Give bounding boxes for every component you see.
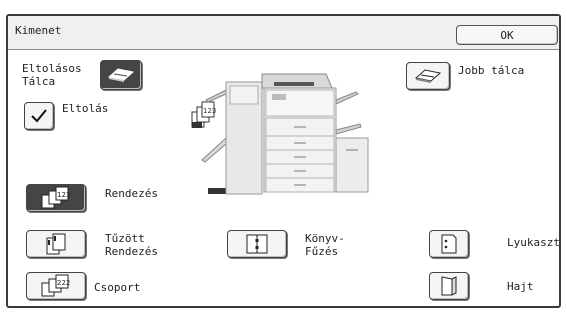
svg-text:123: 123 [57,191,70,199]
saddle-stitch-button[interactable] [227,230,287,258]
saddle-stitch-label-line2: Fűzés [305,245,339,258]
tray-icon [414,69,442,83]
group-label: Csoport [94,281,141,294]
output-stack-icon: 123 [191,101,216,128]
punch-label: Lyukaszt [507,236,560,249]
left-tray-button[interactable] [100,60,142,90]
punch-button[interactable] [429,230,469,258]
staple-sort-button[interactable] [26,230,86,258]
fold-button[interactable] [429,272,469,300]
right-tray-button[interactable] [406,62,450,90]
output-settings-panel: Kimenet OK Eltolásos Tálca Eltolás 123 J… [6,14,561,308]
ok-button[interactable]: OK [456,25,558,45]
copier-machine-illustration: 123 [191,73,369,195]
tray-icon [107,68,135,82]
offset-label: Eltolás [62,102,109,115]
right-tray-label: Jobb tálca [458,64,525,77]
fold-icon [441,276,457,296]
staple-sort-icon [46,233,66,255]
punch-icon [441,234,457,254]
sort-icon: 123 [41,186,70,209]
offset-checkbox[interactable] [24,102,54,130]
svg-text:123: 123 [203,107,216,115]
group-icon: 222 [41,274,70,297]
left-tray-label-line1: Eltolásos [22,62,82,75]
sort-button[interactable]: 123 [26,184,86,212]
fold-label: Hajt [507,280,534,293]
left-tray-label-line2: Tálca [22,75,56,88]
saddle-stitch-label-line1: Könyv- [305,232,345,245]
group-button[interactable]: 222 [26,272,86,300]
sort-label: Rendezés [105,187,158,200]
svg-text:222: 222 [57,279,70,287]
staple-sort-label-line2: Rendezés [105,245,158,258]
window-title: Kimenet [15,24,62,37]
staple-sort-label-line1: Tűzött [105,232,145,245]
title-bar: Kimenet OK [8,16,559,50]
checkmark-icon [31,109,47,123]
book-icon [246,234,268,254]
